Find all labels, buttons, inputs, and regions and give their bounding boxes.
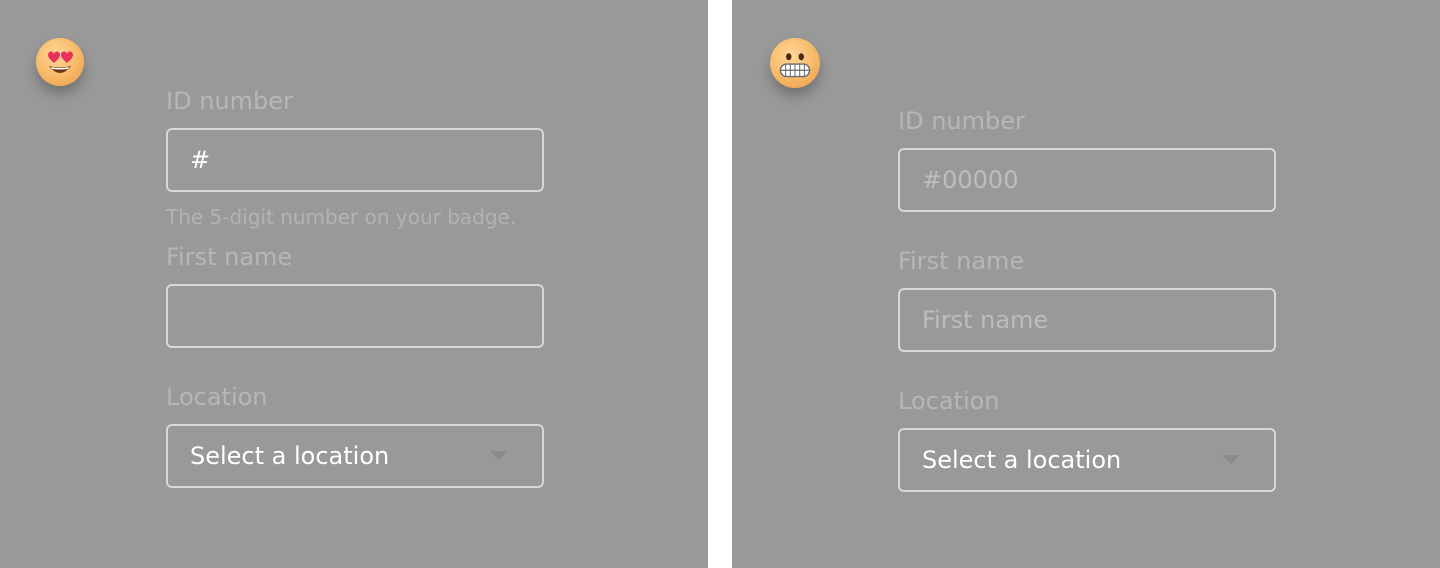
location-label: Location <box>166 383 268 411</box>
chevron-down-icon <box>1222 455 1240 464</box>
form-variant-right: ID number First name Location Select a l… <box>732 0 1440 568</box>
id-number-input[interactable] <box>168 130 542 190</box>
grimacing-face-icon <box>770 38 820 88</box>
registration-form: ID number First name Location Select a l… <box>898 106 1276 492</box>
registration-form: ID number The 5-digit number on your bad… <box>166 86 544 488</box>
id-number-help-text: The 5-digit number on your badge. <box>166 205 517 229</box>
first-name-label: First name <box>166 243 293 271</box>
first-name-label: First name <box>898 247 1025 275</box>
location-label: Location <box>898 387 1000 415</box>
first-name-input[interactable] <box>900 290 1274 350</box>
first-name-field[interactable] <box>166 284 544 348</box>
id-number-input[interactable] <box>900 150 1274 210</box>
first-name-input[interactable] <box>168 286 542 346</box>
first-name-field[interactable] <box>898 288 1276 352</box>
location-selected-value: Select a location <box>190 442 390 470</box>
heart-eyes-face-icon <box>36 38 84 86</box>
chevron-down-icon <box>490 451 508 460</box>
id-number-field[interactable] <box>898 148 1276 212</box>
id-number-label: ID number <box>166 87 293 115</box>
id-number-field[interactable] <box>166 128 544 192</box>
location-select[interactable]: Select a location <box>898 428 1276 492</box>
location-selected-value: Select a location <box>922 446 1122 474</box>
location-select[interactable]: Select a location <box>166 424 544 488</box>
id-number-label: ID number <box>898 107 1025 135</box>
form-variant-left: ID number The 5-digit number on your bad… <box>0 0 708 568</box>
